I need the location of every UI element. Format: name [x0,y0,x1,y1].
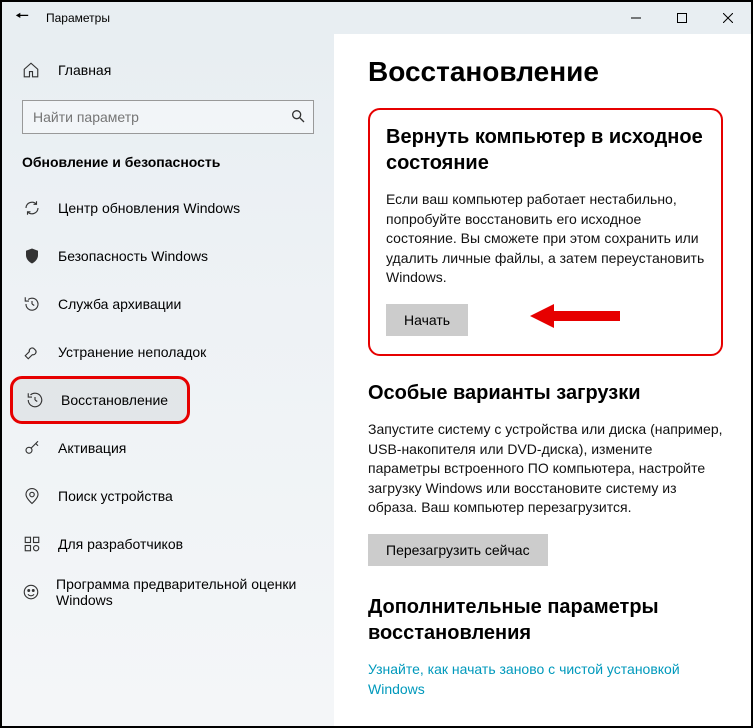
insider-icon [22,583,40,601]
more-heading: Дополнительные параметры восстановления [368,594,723,646]
sidebar-item-label: Поиск устройства [58,488,173,504]
sidebar-item-backup[interactable]: Служба архивации [2,280,334,328]
advanced-startup-section: Особые варианты загрузки Запустите систе… [368,380,723,566]
search-input[interactable] [22,100,314,134]
minimize-button[interactable] [613,2,659,34]
sidebar-item-activation[interactable]: Активация [2,424,334,472]
close-button[interactable] [705,2,751,34]
sidebar-item-insider[interactable]: Программа предварительной оценки Windows [2,568,334,616]
reset-start-button[interactable]: Начать [386,304,468,336]
reset-pc-section-highlight: Вернуть компьютер в исходное состояние Е… [368,108,723,356]
window-title: Параметры [42,11,613,25]
reset-description: Если ваш компьютер работает нестабильно,… [386,190,705,288]
wrench-icon [22,343,42,361]
sidebar-item-troubleshoot[interactable]: Устранение неполадок [2,328,334,376]
history-icon [25,391,45,409]
main-content: Восстановление Вернуть компьютер в исход… [334,34,751,726]
annotation-arrow-icon [530,301,620,336]
sidebar-item-label: Служба архивации [58,296,181,312]
back-button[interactable]: 🠔 [2,5,42,32]
sidebar-item-label: Активация [58,440,126,456]
shield-icon [22,247,42,265]
sidebar-item-label: Для разработчиков [58,536,183,552]
maximize-button[interactable] [659,2,705,34]
more-recovery-section: Дополнительные параметры восстановления … [368,594,723,699]
restart-now-button[interactable]: Перезагрузить сейчас [368,534,548,566]
sidebar-item-find-device[interactable]: Поиск устройства [2,472,334,520]
nav-group-title: Обновление и безопасность [2,148,334,184]
search-wrapper [22,100,314,134]
sidebar-item-recovery[interactable]: Восстановление [10,376,190,424]
sidebar: Главная Обновление и безопасность Центр … [2,34,334,726]
sidebar-item-label: Безопасность Windows [58,248,208,264]
sidebar-item-label: Восстановление [61,392,168,408]
sidebar-item-label: Программа предварительной оценки Windows [56,576,314,608]
backup-icon [22,295,42,313]
search-icon [290,108,306,129]
sync-icon [22,199,42,217]
sidebar-item-security[interactable]: Безопасность Windows [2,232,334,280]
sidebar-item-label: Устранение неполадок [58,344,206,360]
home-nav[interactable]: Главная [2,50,334,90]
reset-heading: Вернуть компьютер в исходное состояние [386,124,705,176]
home-label: Главная [58,62,111,78]
sidebar-item-developers[interactable]: Для разработчиков [2,520,334,568]
home-icon [22,61,42,79]
titlebar: 🠔 Параметры [2,2,751,34]
page-title: Восстановление [368,56,723,88]
nav-list: Центр обновления Windows Безопасность Wi… [2,184,334,616]
key-icon [22,439,42,457]
advanced-heading: Особые варианты загрузки [368,380,723,406]
sidebar-item-windows-update[interactable]: Центр обновления Windows [2,184,334,232]
location-icon [22,487,42,505]
sidebar-item-label: Центр обновления Windows [58,200,240,216]
advanced-description: Запустите систему с устройства или диска… [368,420,723,518]
developer-icon [22,535,42,553]
fresh-start-link[interactable]: Узнайте, как начать заново с чистой уста… [368,660,723,699]
